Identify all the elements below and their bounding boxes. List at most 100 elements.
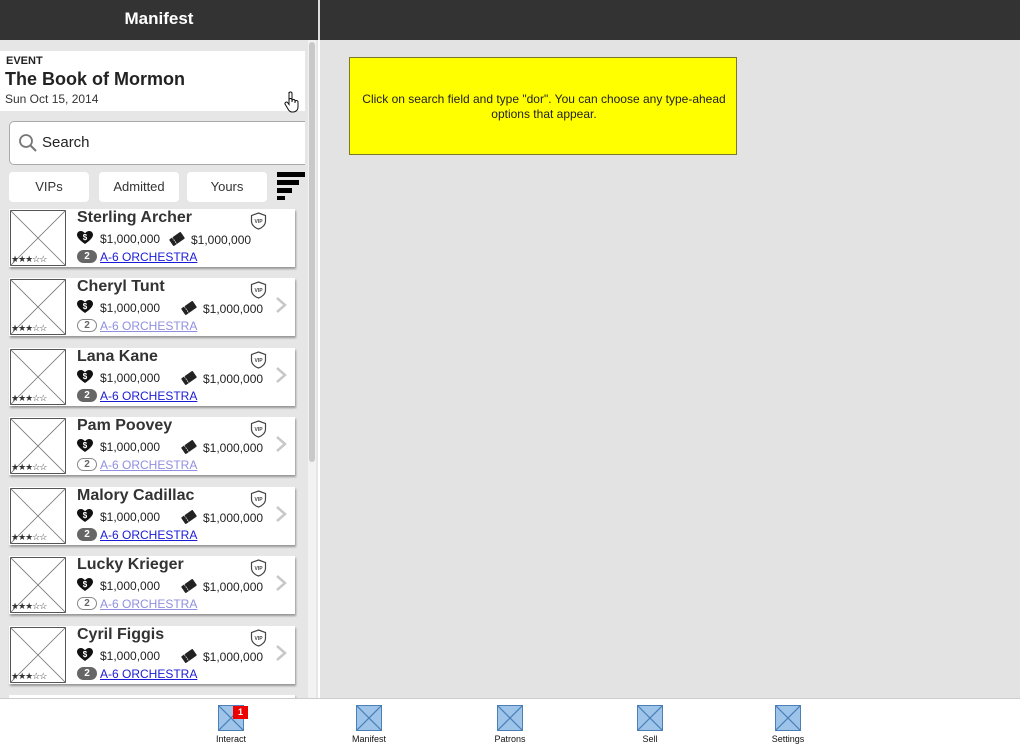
ticket-count-badge: 2 xyxy=(77,250,97,263)
svg-text:VIP: VIP xyxy=(254,636,263,642)
placeholder-image-icon xyxy=(356,705,382,731)
rating-stars: ★★★☆☆ xyxy=(11,601,47,611)
vip-shield-icon: VIP xyxy=(250,212,267,230)
seat-link[interactable]: A-6 ORCHESTRA xyxy=(100,597,197,611)
ticket-value: $1,000,000 xyxy=(203,302,264,316)
tab-label: Patrons xyxy=(494,734,526,744)
notification-badge: 1 xyxy=(233,706,248,719)
tab-label: Sell xyxy=(642,734,658,744)
search-icon xyxy=(19,134,37,152)
list-scrollbar[interactable] xyxy=(308,40,316,698)
tab-settings[interactable]: Settings xyxy=(748,703,828,747)
panel-divider xyxy=(318,40,320,698)
vip-shield-icon: VIP xyxy=(250,420,267,438)
rating-stars: ★★★☆☆ xyxy=(11,323,47,333)
placeholder-image-icon xyxy=(637,705,663,731)
vip-shield-icon: VIP xyxy=(250,490,267,508)
svg-text:$: $ xyxy=(83,650,88,659)
svg-text:VIP: VIP xyxy=(254,566,263,572)
svg-text:$: $ xyxy=(83,372,88,381)
rating-stars: ★★★☆☆ xyxy=(11,532,47,542)
vip-shield-icon: VIP xyxy=(250,629,267,647)
list-item[interactable]: ★★★☆☆ Pam Poovey VIP $ $1,000,000 $1,000… xyxy=(9,417,295,475)
instruction-note: Click on search field and type "dor". Yo… xyxy=(349,57,737,155)
vip-shield-icon: VIP xyxy=(250,351,267,369)
donor-heart-icon: $ xyxy=(77,509,93,522)
svg-text:VIP: VIP xyxy=(254,497,263,503)
placeholder-image-icon xyxy=(775,705,801,731)
donor-heart-icon: $ xyxy=(77,370,93,383)
manifest-panel: EVENT The Book of Mormon Sun Oct 15, 201… xyxy=(0,40,318,698)
seat-link[interactable]: A-6 ORCHESTRA xyxy=(100,250,197,264)
bottom-tab-bar: Interact 1 Manifest Patrons Sell Setting… xyxy=(0,698,1020,750)
ticket-icon xyxy=(181,510,197,524)
donation-amount: $1,000,000 xyxy=(100,371,161,385)
scrollbar-thumb[interactable] xyxy=(309,42,315,462)
seat-link[interactable]: A-6 ORCHESTRA xyxy=(100,458,197,472)
placeholder-image-icon xyxy=(497,705,523,731)
svg-text:VIP: VIP xyxy=(254,219,263,225)
svg-text:$: $ xyxy=(83,302,88,311)
tab-patrons[interactable]: Patrons xyxy=(470,703,550,747)
svg-text:$: $ xyxy=(83,511,88,520)
search-field[interactable]: Search xyxy=(9,121,305,165)
patron-name: Lucky Krieger xyxy=(77,556,184,573)
vip-shield-icon: VIP xyxy=(250,281,267,299)
chevron-right-icon xyxy=(276,575,287,591)
list-item[interactable]: ★★★☆☆ Cyril Figgis VIP $ $1,000,000 $1,0… xyxy=(9,626,295,684)
donation-amount: $1,000,000 xyxy=(100,649,161,663)
ticket-count-badge: 2 xyxy=(77,319,97,332)
list-item[interactable]: ★★★☆☆ Lana Kane VIP $ $1,000,000 $1,000,… xyxy=(9,348,295,406)
patron-name: Cyril Figgis xyxy=(77,626,165,643)
chevron-right-icon xyxy=(276,506,287,522)
tab-label: Interact xyxy=(215,734,246,744)
list-item[interactable]: ★★★☆☆ Lucky Krieger VIP $ $1,000,000 $1,… xyxy=(9,556,295,614)
tab-manifest[interactable]: Manifest xyxy=(329,703,409,747)
ticket-count-badge: 2 xyxy=(77,597,97,610)
ticket-value: $1,000,000 xyxy=(191,233,252,247)
seat-link[interactable]: A-6 ORCHESTRA xyxy=(100,319,197,333)
donor-heart-icon: $ xyxy=(77,231,93,244)
rating-stars: ★★★☆☆ xyxy=(11,254,47,264)
patron-name: Sterling Archer xyxy=(77,209,192,226)
ticket-icon xyxy=(181,440,197,454)
ticket-icon xyxy=(169,232,185,246)
donor-heart-icon: $ xyxy=(77,300,93,313)
patron-name: Malory Cadillac xyxy=(77,487,195,504)
sort-icon[interactable] xyxy=(277,172,305,200)
patron-name: Lana Kane xyxy=(77,348,158,365)
list-item[interactable]: ★★★☆☆ Malory Cadillac VIP $ $1,000,000 $… xyxy=(9,487,295,545)
right-header-bar xyxy=(320,0,1020,40)
svg-text:$: $ xyxy=(83,233,88,242)
seat-link[interactable]: A-6 ORCHESTRA xyxy=(100,389,197,403)
tab-sell[interactable]: Sell xyxy=(610,703,690,747)
filter-vips-button[interactable]: VIPs xyxy=(9,172,89,202)
vip-shield-icon: VIP xyxy=(250,559,267,577)
donor-heart-icon: $ xyxy=(77,578,93,591)
filter-admitted-button[interactable]: Admitted xyxy=(99,172,179,202)
list-item[interactable]: ★★★☆☆ Cheryl Tunt VIP $ $1,000,000 $1,00… xyxy=(9,278,295,336)
tab-label: Settings xyxy=(771,734,805,744)
ticket-icon xyxy=(181,649,197,663)
rating-stars: ★★★☆☆ xyxy=(11,393,47,403)
ticket-icon xyxy=(181,301,197,315)
ticket-value: $1,000,000 xyxy=(203,441,264,455)
event-card[interactable]: EVENT The Book of Mormon Sun Oct 15, 201… xyxy=(0,51,305,113)
chevron-right-icon xyxy=(276,436,287,452)
list-item[interactable]: ★★★☆☆ Sterling Archer VIP $ $1,000,000 $… xyxy=(9,209,295,267)
ticket-count-badge: 2 xyxy=(77,528,97,541)
ticket-value: $1,000,000 xyxy=(203,650,264,664)
search-input[interactable]: Search xyxy=(42,134,90,151)
donation-amount: $1,000,000 xyxy=(100,301,161,315)
page-title: Manifest xyxy=(124,9,194,28)
donation-amount: $1,000,000 xyxy=(100,232,161,246)
ticket-value: $1,000,000 xyxy=(203,511,264,525)
seat-link[interactable]: A-6 ORCHESTRA xyxy=(100,528,197,542)
filter-yours-button[interactable]: Yours xyxy=(187,172,267,202)
svg-text:$: $ xyxy=(83,580,88,589)
left-header-bar: Manifest xyxy=(0,0,318,40)
event-name: The Book of Mormon xyxy=(5,69,185,89)
tab-interact[interactable]: Interact 1 xyxy=(191,703,271,747)
seat-link[interactable]: A-6 ORCHESTRA xyxy=(100,667,197,681)
svg-text:$: $ xyxy=(83,441,88,450)
